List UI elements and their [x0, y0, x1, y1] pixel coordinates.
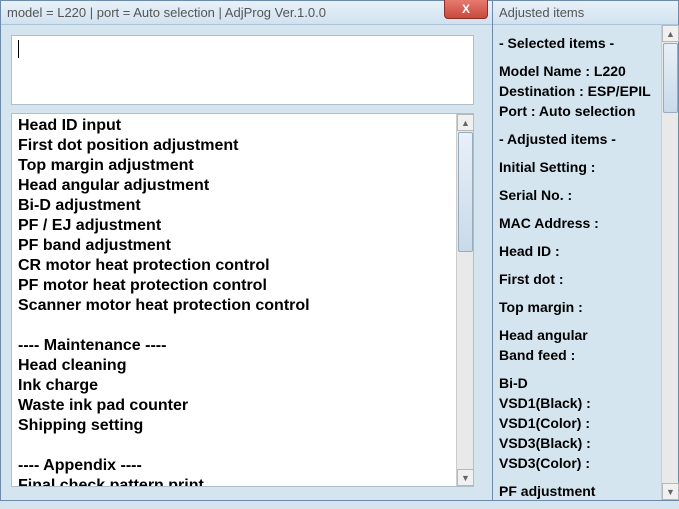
- side-content: - Selected items - Model Name : L220Dest…: [493, 25, 678, 509]
- list-scrollbar: ▲ ▼: [456, 114, 473, 486]
- list-item[interactable]: CR motor heat protection control: [18, 256, 467, 276]
- list-item[interactable]: PF / EJ adjustment: [18, 216, 467, 236]
- side-line: [499, 53, 672, 61]
- side-line: MAC Address :: [499, 213, 672, 233]
- list-item[interactable]: First dot position adjustment: [18, 136, 467, 156]
- list-item[interactable]: PF motor heat protection control: [18, 276, 467, 296]
- side-line: Destination : ESP/EPIL: [499, 81, 672, 101]
- list-item[interactable]: [18, 436, 467, 456]
- side-line: Bi-D: [499, 373, 672, 393]
- side-line: [499, 177, 672, 185]
- side-line: PF adjustment: [499, 481, 672, 501]
- side-line: Port : Auto selection: [499, 101, 672, 121]
- side-line: - Adjusted items -: [499, 129, 672, 149]
- text-input[interactable]: [11, 35, 474, 105]
- scroll-up-button[interactable]: ▲: [457, 114, 474, 131]
- side-panel: Adjusted items - Selected items - Model …: [493, 0, 679, 501]
- side-line: VSD3(Color) :: [499, 453, 672, 473]
- side-line: [499, 121, 672, 129]
- list-item[interactable]: Top margin adjustment: [18, 156, 467, 176]
- content-area: Head ID inputFirst dot position adjustme…: [1, 25, 492, 497]
- side-line: [499, 365, 672, 373]
- side-line: Initial Setting :: [499, 157, 672, 177]
- side-line: VSD1(Black) :: [499, 393, 672, 413]
- list-item[interactable]: Ink charge: [18, 376, 467, 396]
- list-item[interactable]: Final check pattern print: [18, 476, 467, 487]
- list-item[interactable]: PF band adjustment: [18, 236, 467, 256]
- adjustment-list: Head ID inputFirst dot position adjustme…: [11, 113, 474, 487]
- side-title: Adjusted items: [499, 5, 584, 20]
- side-line: [499, 233, 672, 241]
- side-line: [499, 149, 672, 157]
- list-item[interactable]: Head ID input: [18, 116, 467, 136]
- side-line: Model Name : L220: [499, 61, 672, 81]
- list-item[interactable]: ---- Appendix ----: [18, 456, 467, 476]
- side-scroll-down-button[interactable]: ▼: [662, 483, 679, 500]
- scroll-down-button[interactable]: ▼: [457, 469, 474, 486]
- side-line: Top margin :: [499, 297, 672, 317]
- side-line: - Selected items -: [499, 33, 672, 53]
- list-item[interactable]: Waste ink pad counter: [18, 396, 467, 416]
- side-line: First dot :: [499, 269, 672, 289]
- close-button[interactable]: X: [444, 0, 488, 19]
- side-scroll-up-button[interactable]: ▲: [662, 25, 679, 42]
- side-line: VSD3(Black) :: [499, 433, 672, 453]
- list-item[interactable]: ---- Maintenance ----: [18, 336, 467, 356]
- list-item[interactable]: Bi-D adjustment: [18, 196, 467, 216]
- side-line: VSD1(Color) :: [499, 413, 672, 433]
- side-line: [499, 261, 672, 269]
- side-scrollbar: ▲ ▼: [661, 25, 678, 500]
- side-line: Head angular: [499, 325, 672, 345]
- side-line: [499, 473, 672, 481]
- side-line: [499, 205, 672, 213]
- main-window: model = L220 | port = Auto selection | A…: [0, 0, 493, 501]
- side-line: [499, 289, 672, 297]
- list-item[interactable]: Shipping setting: [18, 416, 467, 436]
- side-scroll-thumb[interactable]: [663, 43, 678, 113]
- list-item[interactable]: [18, 316, 467, 336]
- list-inner[interactable]: Head ID inputFirst dot position adjustme…: [12, 114, 473, 486]
- side-line: Band feed :: [499, 345, 672, 365]
- window-title: model = L220 | port = Auto selection | A…: [7, 5, 486, 20]
- side-line: Serial No. :: [499, 185, 672, 205]
- side-titlebar: Adjusted items: [493, 1, 678, 25]
- titlebar: model = L220 | port = Auto selection | A…: [1, 1, 492, 25]
- list-item[interactable]: Head cleaning: [18, 356, 467, 376]
- close-icon: X: [462, 2, 470, 16]
- scroll-thumb[interactable]: [458, 132, 473, 252]
- list-item[interactable]: Head angular adjustment: [18, 176, 467, 196]
- side-line: Head ID :: [499, 241, 672, 261]
- list-item[interactable]: Scanner motor heat protection control: [18, 296, 467, 316]
- side-line: [499, 317, 672, 325]
